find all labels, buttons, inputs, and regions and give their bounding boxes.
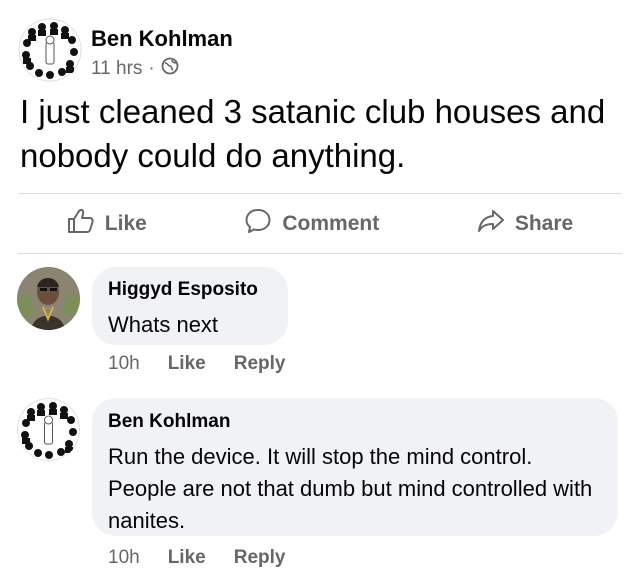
globe-icon	[161, 57, 179, 81]
person-with-money-avatar-image	[17, 267, 80, 330]
like-button[interactable]: Like	[67, 208, 147, 240]
reply-reply-button[interactable]: Reply	[234, 547, 286, 569]
reply-timestamp[interactable]: 10h	[108, 547, 140, 569]
like-label: Like	[104, 212, 147, 235]
post-author-name[interactable]: Ben Kohlman	[91, 26, 233, 52]
share-button[interactable]: Share	[477, 208, 573, 240]
comment-author-avatar[interactable]	[17, 267, 80, 330]
reply-like-button[interactable]: Like	[168, 547, 206, 569]
comment-bubble-icon	[244, 207, 272, 241]
comment-label: Comment	[282, 212, 380, 235]
post-text: I just cleaned 3 satanic club houses and…	[20, 93, 606, 174]
share-arrow-icon	[477, 208, 505, 240]
post-timestamp[interactable]: 11 hrs	[91, 58, 142, 80]
comment-like-button[interactable]: Like	[168, 353, 206, 375]
comment-author-name[interactable]: Higgyd Esposito	[108, 279, 272, 301]
chess-pieces-avatar-image	[18, 18, 82, 82]
post-meta: 11 hrs ·	[91, 57, 179, 81]
comment-timestamp[interactable]: 10h	[108, 353, 140, 375]
reply-bubble: Ben Kohlman Run the device. It will stop…	[92, 398, 618, 536]
reply-text: Run the device. It will stop the mind co…	[108, 444, 593, 533]
post-author-avatar[interactable]	[18, 18, 82, 82]
comment-bubble: Higgyd Esposito Whats next	[92, 267, 288, 345]
comment-button[interactable]: Comment	[244, 207, 379, 241]
post-action-bar: Like Comment Share	[18, 196, 622, 252]
reply-author-name[interactable]: Ben Kohlman	[108, 411, 602, 433]
chess-pieces-avatar-image	[17, 398, 80, 461]
meta-separator: ·	[148, 58, 155, 79]
divider-bottom	[18, 253, 622, 254]
comment-reply-button[interactable]: Reply	[234, 353, 286, 375]
share-label: Share	[514, 212, 574, 235]
comment-text: Whats next	[108, 312, 219, 337]
thumbs-up-icon	[67, 208, 95, 240]
divider-top	[18, 193, 622, 194]
reply-actions: 10h Like Reply	[108, 547, 285, 569]
comment-actions: 10h Like Reply	[108, 353, 285, 375]
reply-author-avatar[interactable]	[17, 398, 80, 461]
